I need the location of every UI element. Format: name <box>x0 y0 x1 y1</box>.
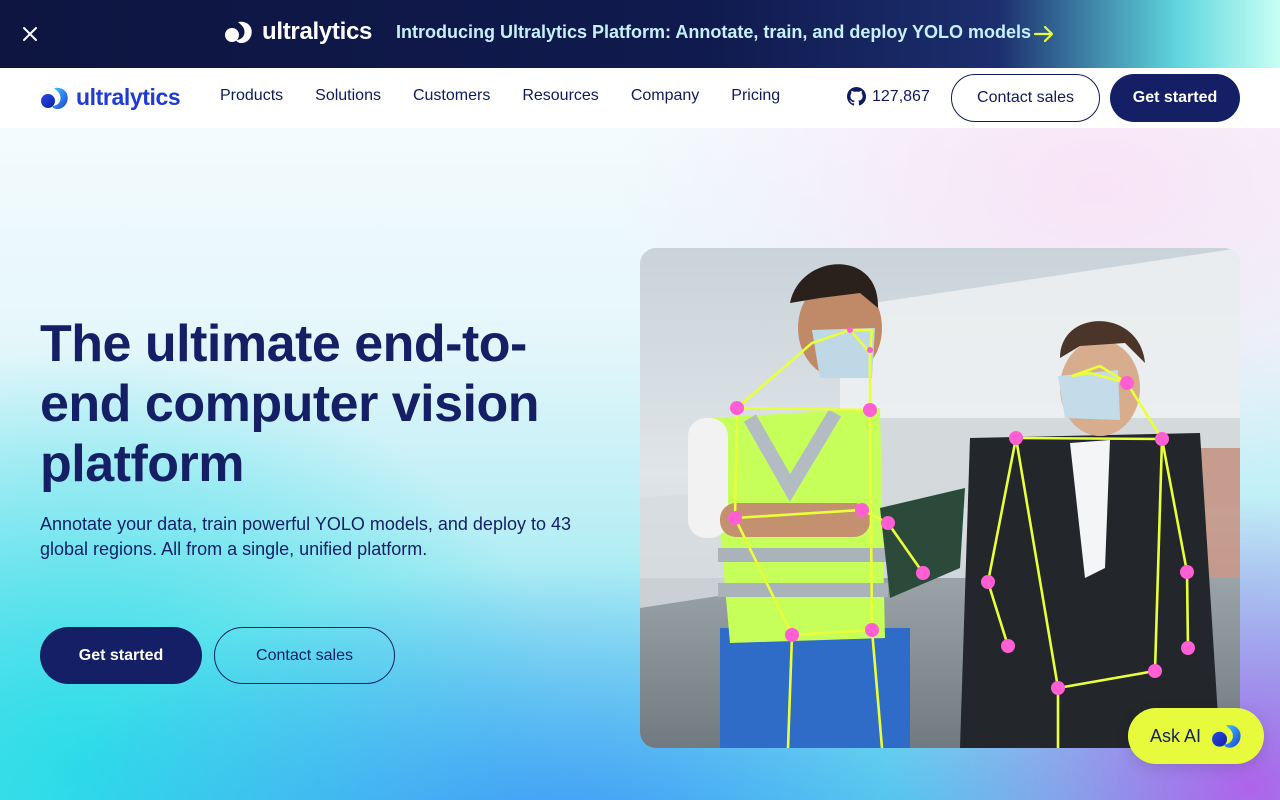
arrow-right-icon[interactable] <box>1032 22 1056 46</box>
hero-section: The ultimate end-to-end computer vision … <box>0 128 1280 800</box>
github-stars-link[interactable]: 127,867 <box>847 87 930 106</box>
nav-link-pricing[interactable]: Pricing <box>731 87 780 105</box>
nav-link-resources[interactable]: Resources <box>522 87 598 105</box>
nav-link-products[interactable]: Products <box>220 87 283 105</box>
nav-link-solutions[interactable]: Solutions <box>315 87 381 105</box>
nav-brand: ultralytics <box>76 84 181 110</box>
ask-ai-label: Ask AI <box>1150 725 1202 746</box>
hero-contact-sales-button[interactable]: Contact sales <box>214 627 395 684</box>
contact-sales-button[interactable]: Contact sales <box>951 74 1100 122</box>
hero-subtitle: Annotate your data, train powerful YOLO … <box>40 514 571 559</box>
banner-logo[interactable]: ultralytics <box>224 18 372 46</box>
hero-get-started-button[interactable]: Get started <box>40 627 202 684</box>
nav-link-company[interactable]: Company <box>631 87 699 105</box>
banner-announcement-link[interactable]: Introducing Ultralytics Platform: Annota… <box>396 22 1031 43</box>
close-icon[interactable] <box>18 22 42 46</box>
ask-ai-button[interactable]: Ask AI <box>1128 708 1264 764</box>
github-star-count: 127,867 <box>872 87 930 105</box>
nav-links: Products Solutions Customers Resources C… <box>220 87 780 105</box>
ultralytics-logo-icon <box>225 21 252 44</box>
get-started-button[interactable]: Get started <box>1110 74 1240 122</box>
announcement-banner: ultralytics Introducing Ultralytics Plat… <box>0 0 1280 68</box>
ultralytics-logo-icon <box>41 87 68 109</box>
ultralytics-logo-icon <box>1212 725 1241 748</box>
banner-brand: ultralytics <box>262 18 373 45</box>
nav-link-customers[interactable]: Customers <box>413 87 490 105</box>
pose-estimation-photo <box>640 248 1240 748</box>
nav-logo[interactable]: ultralytics <box>40 84 181 111</box>
hero-title: The ultimate end-to-end computer vision … <box>40 315 540 493</box>
github-icon <box>847 87 866 106</box>
main-navbar: ultralytics Products Solutions Customers… <box>0 68 1280 128</box>
